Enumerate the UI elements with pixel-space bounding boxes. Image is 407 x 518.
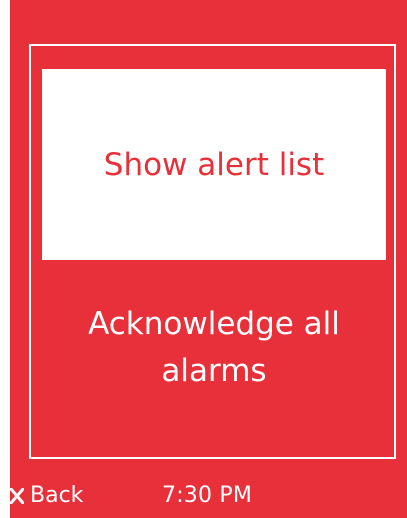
alarm-menu-frame: Show alert list Acknowledge all alarms (29, 44, 396, 459)
acknowledge-all-alarms-label: Acknowledge all alarms (88, 306, 340, 389)
clock-time: 7:30 PM (162, 483, 253, 508)
x-icon (10, 488, 24, 504)
back-label: Back (30, 483, 84, 508)
acknowledge-all-alarms-button[interactable]: Acknowledge all alarms (42, 292, 386, 404)
show-alert-list-button[interactable]: Show alert list (42, 69, 386, 260)
show-alert-list-label: Show alert list (103, 146, 325, 183)
back-button[interactable]: Back (10, 481, 83, 511)
footer-bar: Back 7:30 PM (10, 481, 407, 511)
device-screen: Show alert list Acknowledge all alarms B… (0, 0, 407, 518)
